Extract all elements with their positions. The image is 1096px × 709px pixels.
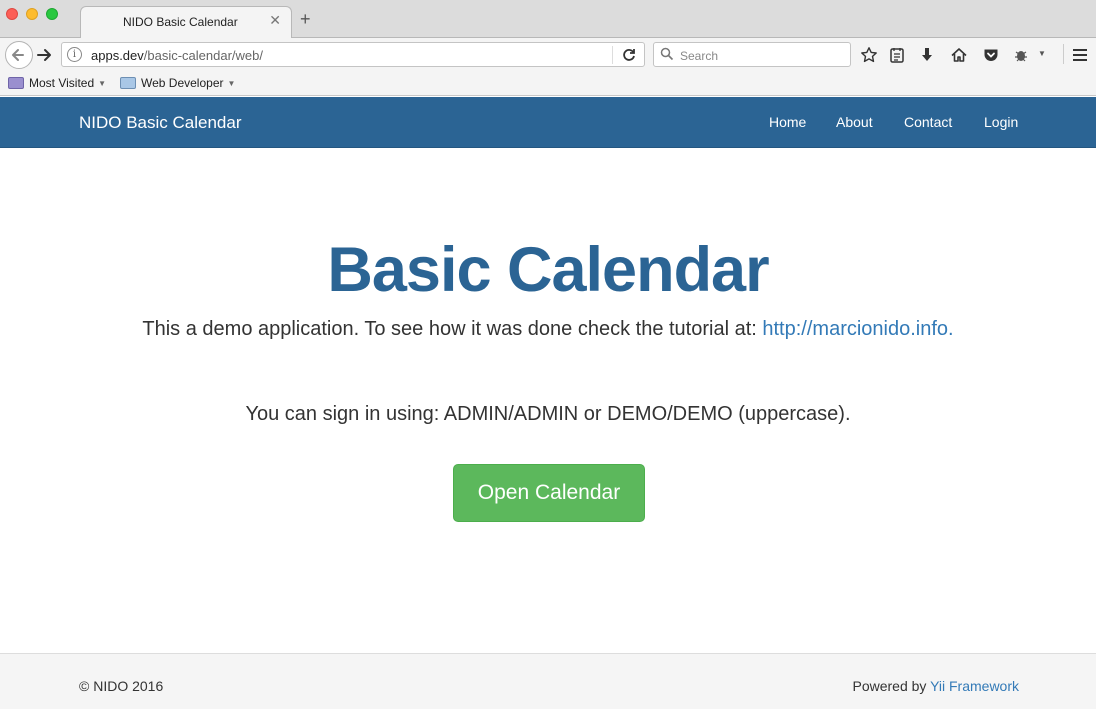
- pocket-icon[interactable]: [982, 46, 1000, 64]
- footer: © NIDO 2016 Powered by Yii Framework: [0, 653, 1096, 709]
- folder-icon: [120, 77, 136, 89]
- browser-toolbar: i apps.dev/basic-calendar/web/ Search ▼: [0, 38, 1096, 70]
- signin-hint: You can sign in using: ADMIN/ADMIN or DE…: [245, 403, 851, 425]
- nav-about[interactable]: About: [836, 114, 873, 130]
- window-close-button[interactable]: [6, 8, 18, 20]
- extension-bug-icon[interactable]: [1012, 46, 1030, 64]
- browser-tab[interactable]: NIDO Basic Calendar ✕: [80, 6, 292, 39]
- download-icon[interactable]: [918, 46, 936, 64]
- bookmark-web-developer[interactable]: Web Developer ▼: [120, 76, 235, 90]
- bookmark-star-icon[interactable]: [860, 46, 878, 64]
- folder-icon: [8, 77, 24, 89]
- window-maximize-button[interactable]: [46, 8, 58, 20]
- bookmark-label: Web Developer: [141, 76, 224, 90]
- toolbar-divider: [1063, 44, 1064, 64]
- forward-button[interactable]: [34, 45, 56, 65]
- window-minimize-button[interactable]: [26, 8, 38, 20]
- home-icon[interactable]: [950, 46, 968, 64]
- chevron-down-icon: ▼: [98, 79, 107, 88]
- intro-text-body: This a demo application. To see how it w…: [142, 318, 763, 340]
- open-calendar-button[interactable]: Open Calendar: [453, 464, 645, 522]
- reading-list-icon[interactable]: [888, 46, 906, 64]
- nav-home[interactable]: Home: [769, 114, 806, 130]
- nav-login[interactable]: Login: [984, 114, 1018, 130]
- footer-copyright: © NIDO 2016: [79, 678, 164, 694]
- info-icon[interactable]: i: [67, 47, 82, 62]
- search-input[interactable]: Search: [680, 49, 718, 63]
- yii-framework-link[interactable]: Yii Framework: [930, 678, 1019, 694]
- chevron-down-icon: ▼: [227, 79, 236, 88]
- url-text[interactable]: apps.dev/basic-calendar/web/: [91, 48, 263, 63]
- powered-by-label: Powered by: [852, 678, 931, 694]
- footer-powered-by: Powered by Yii Framework: [852, 678, 1019, 694]
- back-arrow-icon: [12, 49, 24, 61]
- extension-dropdown-icon[interactable]: ▼: [1038, 49, 1056, 67]
- browser-tab-bar: NIDO Basic Calendar ✕ +: [0, 0, 1096, 39]
- bookmarks-toolbar: Most Visited ▼ Web Developer ▼: [0, 70, 1096, 96]
- bookmark-label: Most Visited: [29, 76, 95, 90]
- address-bar[interactable]: i apps.dev/basic-calendar/web/: [61, 42, 645, 67]
- url-divider: [612, 46, 613, 64]
- url-host: apps.dev: [91, 48, 144, 63]
- page-title: Basic Calendar: [327, 235, 769, 305]
- site-navbar: NIDO Basic Calendar Home About Contact L…: [0, 97, 1096, 148]
- forward-arrow-icon: [37, 49, 51, 61]
- search-bar[interactable]: Search: [653, 42, 851, 67]
- site-brand[interactable]: NIDO Basic Calendar: [79, 113, 242, 133]
- new-tab-button[interactable]: +: [300, 10, 311, 28]
- tab-title: NIDO Basic Calendar: [123, 15, 238, 29]
- search-icon: [660, 47, 674, 61]
- menu-icon[interactable]: [1071, 46, 1089, 64]
- reload-icon[interactable]: [620, 46, 638, 64]
- back-button[interactable]: [5, 41, 33, 69]
- url-path: /basic-calendar/web/: [143, 48, 263, 63]
- tutorial-link[interactable]: http://marcionido.info.: [762, 318, 953, 340]
- intro-text: This a demo application. To see how it w…: [0, 318, 1096, 341]
- tab-close-icon[interactable]: ✕: [269, 12, 281, 29]
- bookmark-most-visited[interactable]: Most Visited ▼: [8, 76, 106, 90]
- nav-contact[interactable]: Contact: [904, 114, 952, 130]
